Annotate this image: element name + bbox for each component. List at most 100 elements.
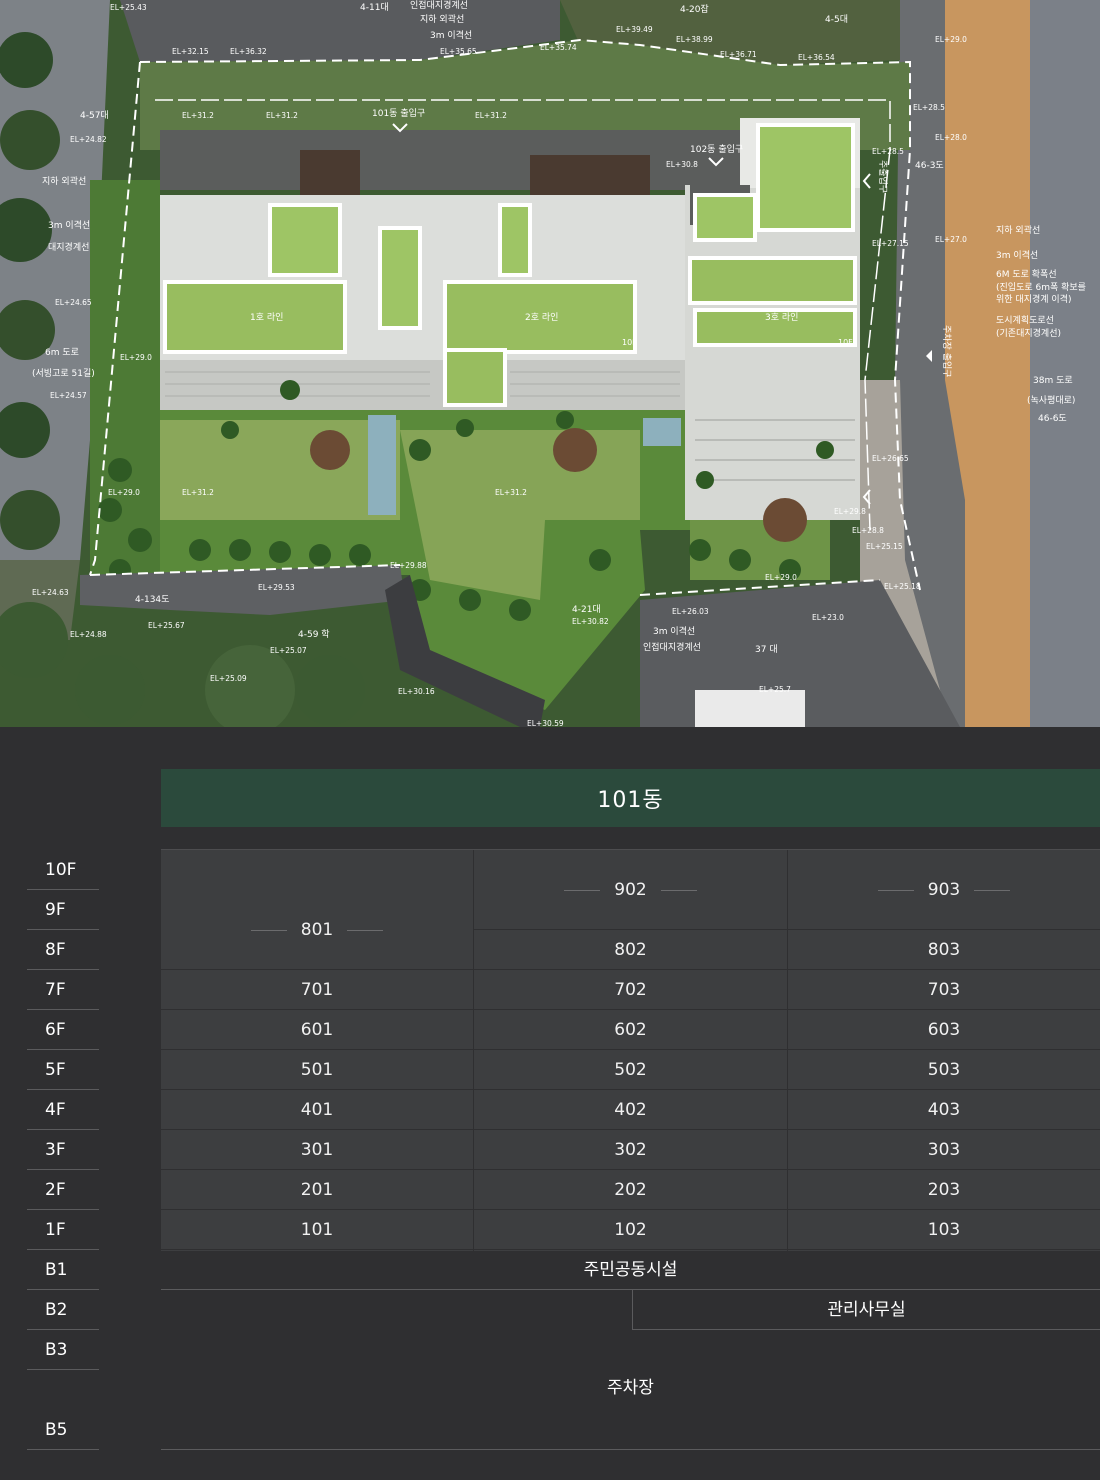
label-city-plan-2: (기존대지경계선)	[996, 327, 1061, 339]
unit-cell: 801	[161, 890, 473, 970]
elevation-label: EL+25.7	[759, 685, 791, 694]
elevation-label: EL+31.2	[266, 111, 298, 120]
floor-label: 10F	[27, 850, 99, 890]
unit-cell: 202	[474, 1170, 787, 1210]
label-right-underground: 지하 외곽선	[996, 224, 1040, 236]
label-road-expand-3: 위한 대지경계 이격)	[996, 293, 1071, 305]
label-line-3: 3호 라인	[765, 312, 798, 323]
elevation-label: EL+29.88	[390, 561, 427, 570]
floor-label: 8F	[27, 930, 99, 970]
label-setback-top: 3m 이격선	[430, 29, 472, 41]
unit-cell: 902	[474, 850, 787, 930]
elevation-label: EL+24.65	[55, 298, 92, 307]
unit-cell: 401	[161, 1090, 473, 1130]
elevation-label: EL+38.99	[676, 35, 713, 44]
elevation-label: EL+27.0	[935, 235, 967, 244]
label-right-setback: 3m 이격선	[996, 249, 1038, 261]
floor-label: 5F	[27, 1050, 99, 1090]
label-left-setback: 3m 이격선	[48, 219, 90, 231]
floor-label: B3	[27, 1330, 99, 1370]
elevation-label: EL+32.15	[172, 47, 209, 56]
elevation-label: EL+30.82	[572, 617, 609, 626]
label-line-1: 1호 라인	[250, 312, 283, 323]
building-title: 101동	[161, 769, 1100, 827]
label-left-underground: 지하 외곽선	[42, 175, 86, 187]
unit-cell: 701	[161, 970, 473, 1010]
elevation-label: EL+39.49	[616, 25, 653, 34]
unit-cell: 302	[474, 1130, 787, 1170]
label-city-plan-1: 도시계획도로선	[996, 314, 1054, 326]
elevation-label: EL+35.74	[540, 43, 577, 52]
elevation-label: EL+31.2	[182, 111, 214, 120]
elevation-label: EL+30.16	[398, 687, 435, 696]
label-10f-a: 10F	[622, 338, 637, 347]
unit-grid: 801 701 601 501 401 301 201 101 902 802 …	[161, 849, 1100, 1251]
basement-b2-office: 관리사무실	[827, 1300, 906, 1320]
floor-label: B1	[27, 1250, 99, 1290]
unit-number: 903	[927, 880, 961, 900]
elevation-label: EL+29.53	[258, 583, 295, 592]
floor-label: 2F	[27, 1170, 99, 1210]
label-addr-4-59: 4-59 학	[298, 629, 330, 640]
unit-cell: 601	[161, 1010, 473, 1050]
elevation-label: EL+31.2	[182, 488, 214, 497]
label-parking-entrance: 주차장 출입구	[941, 325, 953, 378]
unit-cell: 301	[161, 1130, 473, 1170]
unit-number: 902	[614, 880, 647, 900]
unit-cell: 101	[161, 1210, 473, 1250]
unit-cell: 402	[474, 1090, 787, 1130]
label-addr-4-20: 4-20잡	[680, 3, 709, 15]
unit-cell: 903	[788, 850, 1100, 930]
label-entrance-101: 101동 출입구	[372, 107, 425, 119]
elevation-label: EL+29.0	[108, 488, 140, 497]
label-road-6m-name: (서빙고로 51길)	[32, 368, 95, 379]
basement-parking: 주차장	[607, 1378, 654, 1398]
elevation-label: EL+29.0	[765, 573, 797, 582]
elevation-label: EL+29.8	[834, 507, 866, 516]
unit-cell: 102	[474, 1210, 787, 1250]
label-addr-46-6: 46-6도	[1038, 414, 1067, 424]
unit-cell: 702	[474, 970, 787, 1010]
label-road-expand-1: 6M 도로 확폭선	[996, 268, 1057, 280]
floor-label: 7F	[27, 970, 99, 1010]
unit-number: 801	[300, 920, 334, 940]
label-addr-4-5: 4-5대	[825, 14, 848, 25]
unit-cell: 602	[474, 1010, 787, 1050]
elevation-label: EL+36.54	[798, 53, 835, 62]
floor-label: 9F	[27, 890, 99, 930]
site-plan-image: 101동 출입구 102동 출입구 1호 라인 2호 라인 3호 라인 10F …	[0, 0, 1100, 727]
elevation-label: EL+23.0	[812, 613, 844, 622]
elevation-label: EL+29.0	[120, 353, 152, 362]
unit-cell: 501	[161, 1050, 473, 1090]
label-addr-46-3: 46-3도	[915, 161, 944, 171]
unit-cell: 303	[788, 1130, 1100, 1170]
unit-cell: 802	[474, 930, 787, 970]
label-left-boundary: 대지경계선	[48, 241, 89, 253]
elevation-label: EL+25.18	[884, 582, 921, 591]
elevation-label: EL+35.65	[440, 47, 477, 56]
label-main-entrance: 주출입구	[877, 160, 889, 193]
elevation-label: EL+24.82	[70, 135, 107, 144]
floor-label: B2	[27, 1290, 99, 1330]
floor-label: 1F	[27, 1210, 99, 1250]
elevation-label: EL+25.07	[270, 646, 307, 655]
unit-cell: 603	[788, 1010, 1100, 1050]
elevation-label: EL+24.63	[32, 588, 69, 597]
label-road-38m-name: (녹사평대로)	[1027, 395, 1075, 406]
elevation-label: EL+25.15	[866, 542, 903, 551]
label-10f-b: 10F	[838, 338, 853, 347]
unit-cell: 201	[161, 1170, 473, 1210]
label-addr-4-21: 4-21대	[572, 604, 601, 615]
floor-label: 4F	[27, 1090, 99, 1130]
unit-cell: 203	[788, 1170, 1100, 1210]
elevation-label: EL+24.57	[50, 391, 87, 400]
label-addr-4-11: 4-11대	[360, 2, 389, 13]
label-line-2: 2호 라인	[525, 312, 558, 323]
elevation-label: EL+29.0	[935, 35, 967, 44]
elevation-label: EL+24.88	[70, 630, 107, 639]
unit-cell: 403	[788, 1090, 1100, 1130]
elevation-label: EL+30.59	[527, 719, 564, 727]
elevation-label: EL+31.2	[495, 488, 527, 497]
elevation-label: EL+27.15	[872, 239, 909, 248]
label-addr-37: 37 대	[755, 644, 778, 655]
